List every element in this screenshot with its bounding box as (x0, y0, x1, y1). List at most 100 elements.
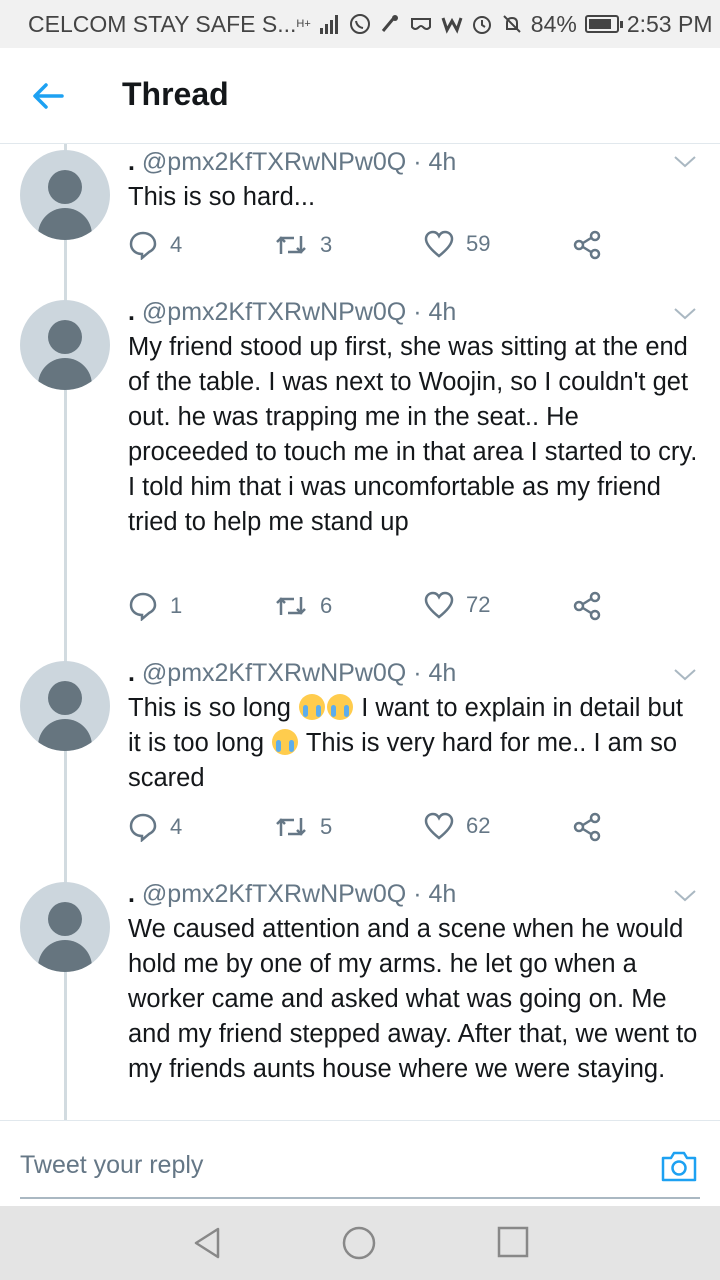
w-icon (441, 17, 463, 34)
handle[interactable]: @pmx2KfTXRwNPw0Q (142, 659, 406, 687)
reply-button[interactable]: 4 (128, 230, 182, 260)
reply-count: 1 (170, 593, 183, 618)
share-icon (573, 812, 601, 842)
handle[interactable]: @pmx2KfTXRwNPw0Q (142, 298, 406, 326)
whatsapp-icon (349, 14, 370, 34)
share-button[interactable] (572, 230, 602, 260)
retweet-icon (276, 597, 306, 615)
display-name[interactable]: . (128, 880, 135, 908)
reply-button[interactable]: 4 (128, 812, 182, 842)
mute-icon (503, 15, 521, 33)
network-hplus-icon: H+ (296, 18, 311, 30)
chevron-down-icon[interactable] (672, 154, 698, 170)
nav-back-icon[interactable] (192, 1226, 222, 1260)
like-count: 72 (466, 592, 491, 617)
like-button[interactable]: 62 (424, 812, 490, 840)
reply-icon (129, 813, 157, 842)
reply-icon (129, 592, 157, 621)
tweet-text: This is so long I want to explain in det… (128, 691, 698, 796)
loudly-crying-face-emoji (327, 694, 354, 720)
tweet-meta: . @pmx2KfTXRwNPw0Q · 4h (128, 880, 456, 909)
retweet-icon (276, 818, 306, 836)
avatar[interactable] (20, 300, 110, 390)
nav-recents-icon[interactable] (497, 1226, 529, 1258)
handle[interactable]: @pmx2KfTXRwNPw0Q (142, 880, 406, 908)
tweet-meta: . @pmx2KfTXRwNPw0Q · 4h (128, 148, 456, 177)
tweet-text: This is so hard... (128, 183, 316, 211)
vr-icon (410, 18, 431, 30)
meta-separator: · (413, 880, 422, 908)
carrier-name: CELCOM STAY SAFE S... (28, 10, 297, 37)
tweet-actions: 4 5 62 (128, 812, 628, 848)
like-count: 59 (466, 231, 491, 256)
top-app-bar: Thread (0, 48, 720, 144)
avatar[interactable] (20, 150, 110, 240)
chevron-down-icon[interactable] (672, 667, 698, 683)
timestamp[interactable]: 4h (428, 880, 456, 908)
share-button[interactable] (572, 591, 602, 621)
alarm-icon (472, 16, 491, 34)
tweet-actions: 4 3 59 (128, 230, 628, 266)
retweet-count: 6 (320, 593, 333, 618)
status-icons: H+ 84% 2:53 PM (296, 11, 712, 38)
display-name[interactable]: . (128, 659, 135, 687)
tweet-reply-input[interactable] (20, 1145, 620, 1185)
reply-button[interactable]: 1 (128, 591, 182, 621)
reply-bar (0, 1120, 720, 1206)
brush-icon (381, 15, 398, 32)
signal-bars-icon (319, 15, 338, 34)
nav-home-icon[interactable] (342, 1226, 376, 1260)
retweet-button[interactable]: 6 (274, 591, 332, 621)
like-button[interactable]: 59 (424, 230, 490, 258)
meta-separator: · (413, 659, 422, 687)
tweet-text: We caused attention and a scene when he … (128, 915, 698, 1083)
retweet-count: 5 (320, 814, 333, 839)
timestamp[interactable]: 4h (428, 298, 456, 326)
clock: 2:53 PM (626, 10, 713, 37)
back-arrow-icon[interactable] (28, 78, 68, 114)
share-icon (573, 230, 601, 260)
timestamp[interactable]: 4h (428, 148, 456, 176)
reply-count: 4 (170, 814, 183, 839)
share-button[interactable] (572, 812, 602, 842)
battery-percent: 84% (530, 10, 577, 37)
battery-icon (584, 15, 623, 33)
display-name[interactable]: . (128, 298, 135, 326)
chevron-down-icon[interactable] (672, 306, 698, 322)
meta-separator: · (413, 298, 422, 326)
timestamp[interactable]: 4h (428, 659, 456, 687)
avatar[interactable] (20, 882, 110, 972)
battery-level (588, 19, 611, 29)
thread-connector-line (64, 144, 67, 1120)
chevron-down-icon[interactable] (672, 888, 698, 904)
tweet-meta: . @pmx2KfTXRwNPw0Q · 4h (128, 298, 456, 327)
like-count: 62 (466, 813, 491, 838)
handle[interactable]: @pmx2KfTXRwNPw0Q (142, 148, 406, 176)
camera-icon[interactable] (660, 1149, 698, 1183)
retweet-button[interactable]: 3 (274, 230, 332, 260)
retweet-count: 3 (320, 232, 333, 257)
retweet-icon (276, 236, 306, 254)
heart-icon (424, 812, 454, 840)
display-name[interactable]: . (128, 148, 135, 176)
tweet-text-part: This is so long (128, 694, 291, 722)
loudly-crying-face-emoji (299, 694, 326, 720)
loudly-crying-face-emoji (272, 729, 299, 755)
retweet-button[interactable]: 5 (274, 812, 332, 842)
reply-icon (129, 231, 157, 260)
meta-separator: · (413, 148, 422, 176)
system-navigation-bar (0, 1206, 720, 1280)
thread-list[interactable]: . @pmx2KfTXRwNPw0Q · 4h This is so hard.… (0, 144, 720, 1120)
page-title: Thread (122, 76, 229, 112)
like-button[interactable]: 72 (424, 591, 490, 619)
reply-input-underline (20, 1197, 700, 1199)
share-icon (573, 591, 601, 621)
tweet-meta: . @pmx2KfTXRwNPw0Q · 4h (128, 659, 456, 688)
reply-count: 4 (170, 232, 183, 257)
status-bar: CELCOM STAY SAFE S... H+ 84% 2:53 PM (0, 0, 720, 48)
tweet-text: My friend stood up first, she was sittin… (128, 333, 698, 536)
avatar[interactable] (20, 661, 110, 751)
heart-icon (424, 230, 454, 258)
tweet-actions: 1 6 72 (128, 591, 628, 627)
heart-icon (424, 591, 454, 619)
